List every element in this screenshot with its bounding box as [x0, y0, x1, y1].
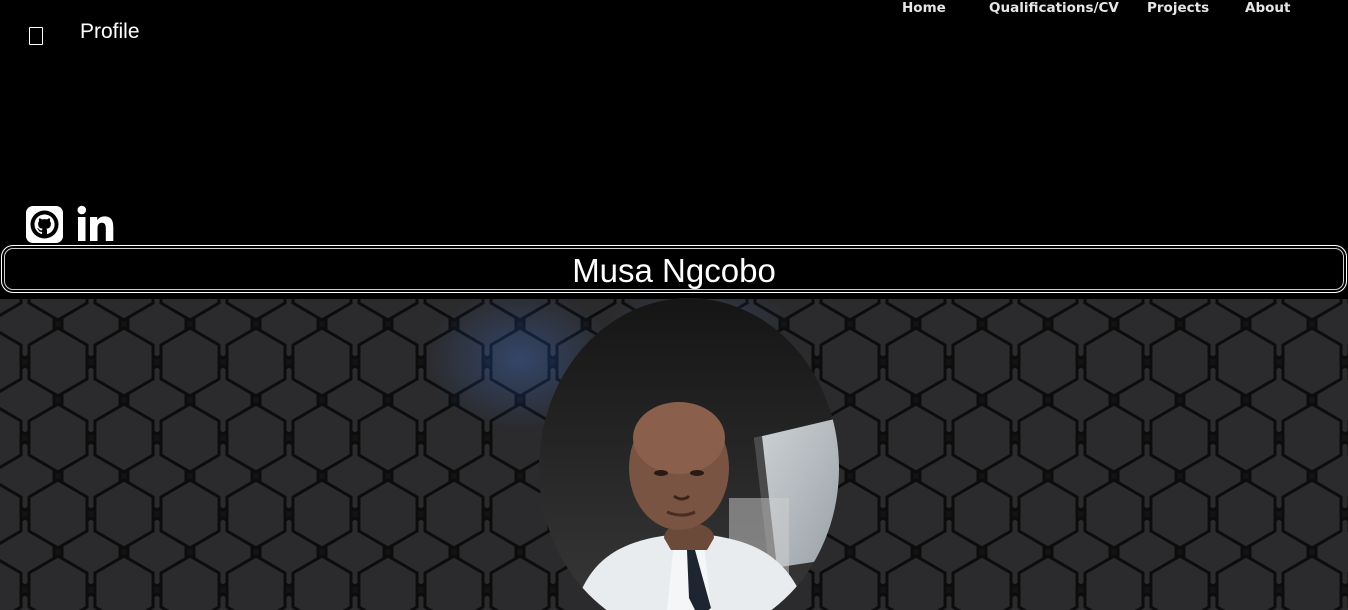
profile-name: Musa Ngcobo: [572, 252, 776, 289]
nav-about[interactable]: About: [1245, 0, 1290, 16]
name-banner: Musa Ngcobo: [1, 245, 1347, 293]
hamburger-icon[interactable]: [29, 27, 43, 45]
github-icon[interactable]: [26, 206, 63, 243]
top-navbar: Profile Home Qualifications/CV Projects …: [0, 0, 1348, 64]
nav-qualifications[interactable]: Qualifications/CV: [989, 0, 1119, 16]
brand-title[interactable]: Profile: [80, 20, 140, 44]
linkedin-icon[interactable]: [76, 204, 116, 244]
nav-home[interactable]: Home: [902, 0, 946, 16]
nav-projects[interactable]: Projects: [1147, 0, 1209, 16]
